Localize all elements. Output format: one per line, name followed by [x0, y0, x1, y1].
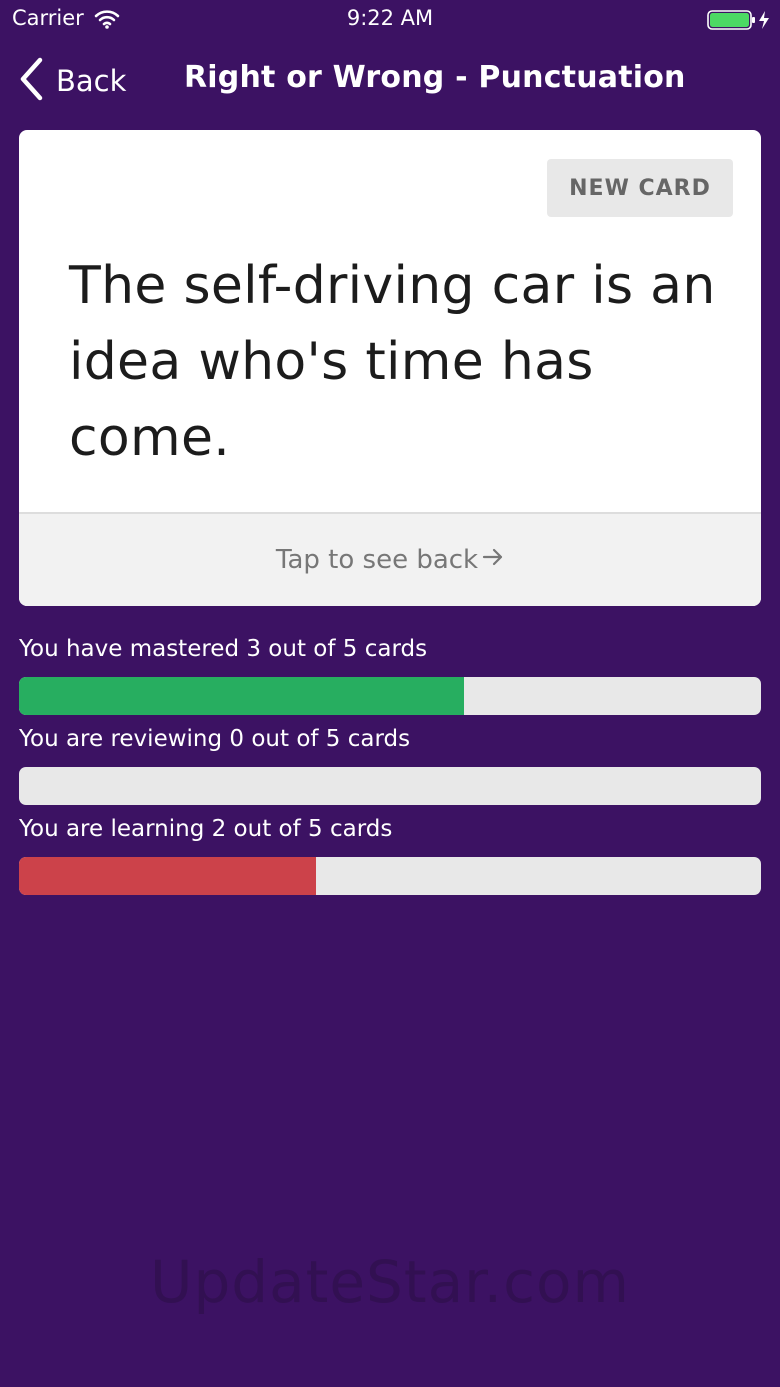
mastered-progress-bar: [19, 677, 761, 715]
battery-icon: [707, 9, 773, 35]
learning-progress-fill: [19, 857, 316, 895]
card-front-text: The self-driving car is an idea who's ti…: [69, 256, 716, 468]
reviewing-label: You are reviewing 0 out of 5 cards: [19, 726, 411, 752]
status-bar: Carrier 9:22 AM: [0, 0, 780, 40]
learning-progress-bar: [19, 857, 761, 895]
tap-to-see-back-label: Tap to see back: [275, 545, 479, 575]
status-time: 9:22 AM: [346, 6, 434, 30]
new-card-button[interactable]: NEW CARD: [547, 159, 733, 217]
chevron-left-icon: [18, 56, 46, 106]
mastered-progress-fill: [19, 677, 465, 715]
back-label: Back: [56, 64, 127, 98]
page-title: Right or Wrong - Punctuation: [184, 60, 686, 95]
learning-label: You are learning 2 out of 5 cards: [19, 816, 393, 842]
navigation-bar: Back Right or Wrong - Punctuation: [0, 40, 780, 122]
back-button[interactable]: Back: [18, 56, 127, 106]
flashcard[interactable]: NEW CARD The self-driving car is an idea…: [19, 130, 761, 606]
tap-to-see-back-button[interactable]: Tap to see back: [19, 512, 761, 606]
arrow-right-icon: [482, 545, 504, 575]
reviewing-progress-bar: [19, 767, 761, 805]
mastered-label: You have mastered 3 out of 5 cards: [19, 636, 428, 662]
watermark: UpdateStar.com: [150, 1248, 630, 1316]
